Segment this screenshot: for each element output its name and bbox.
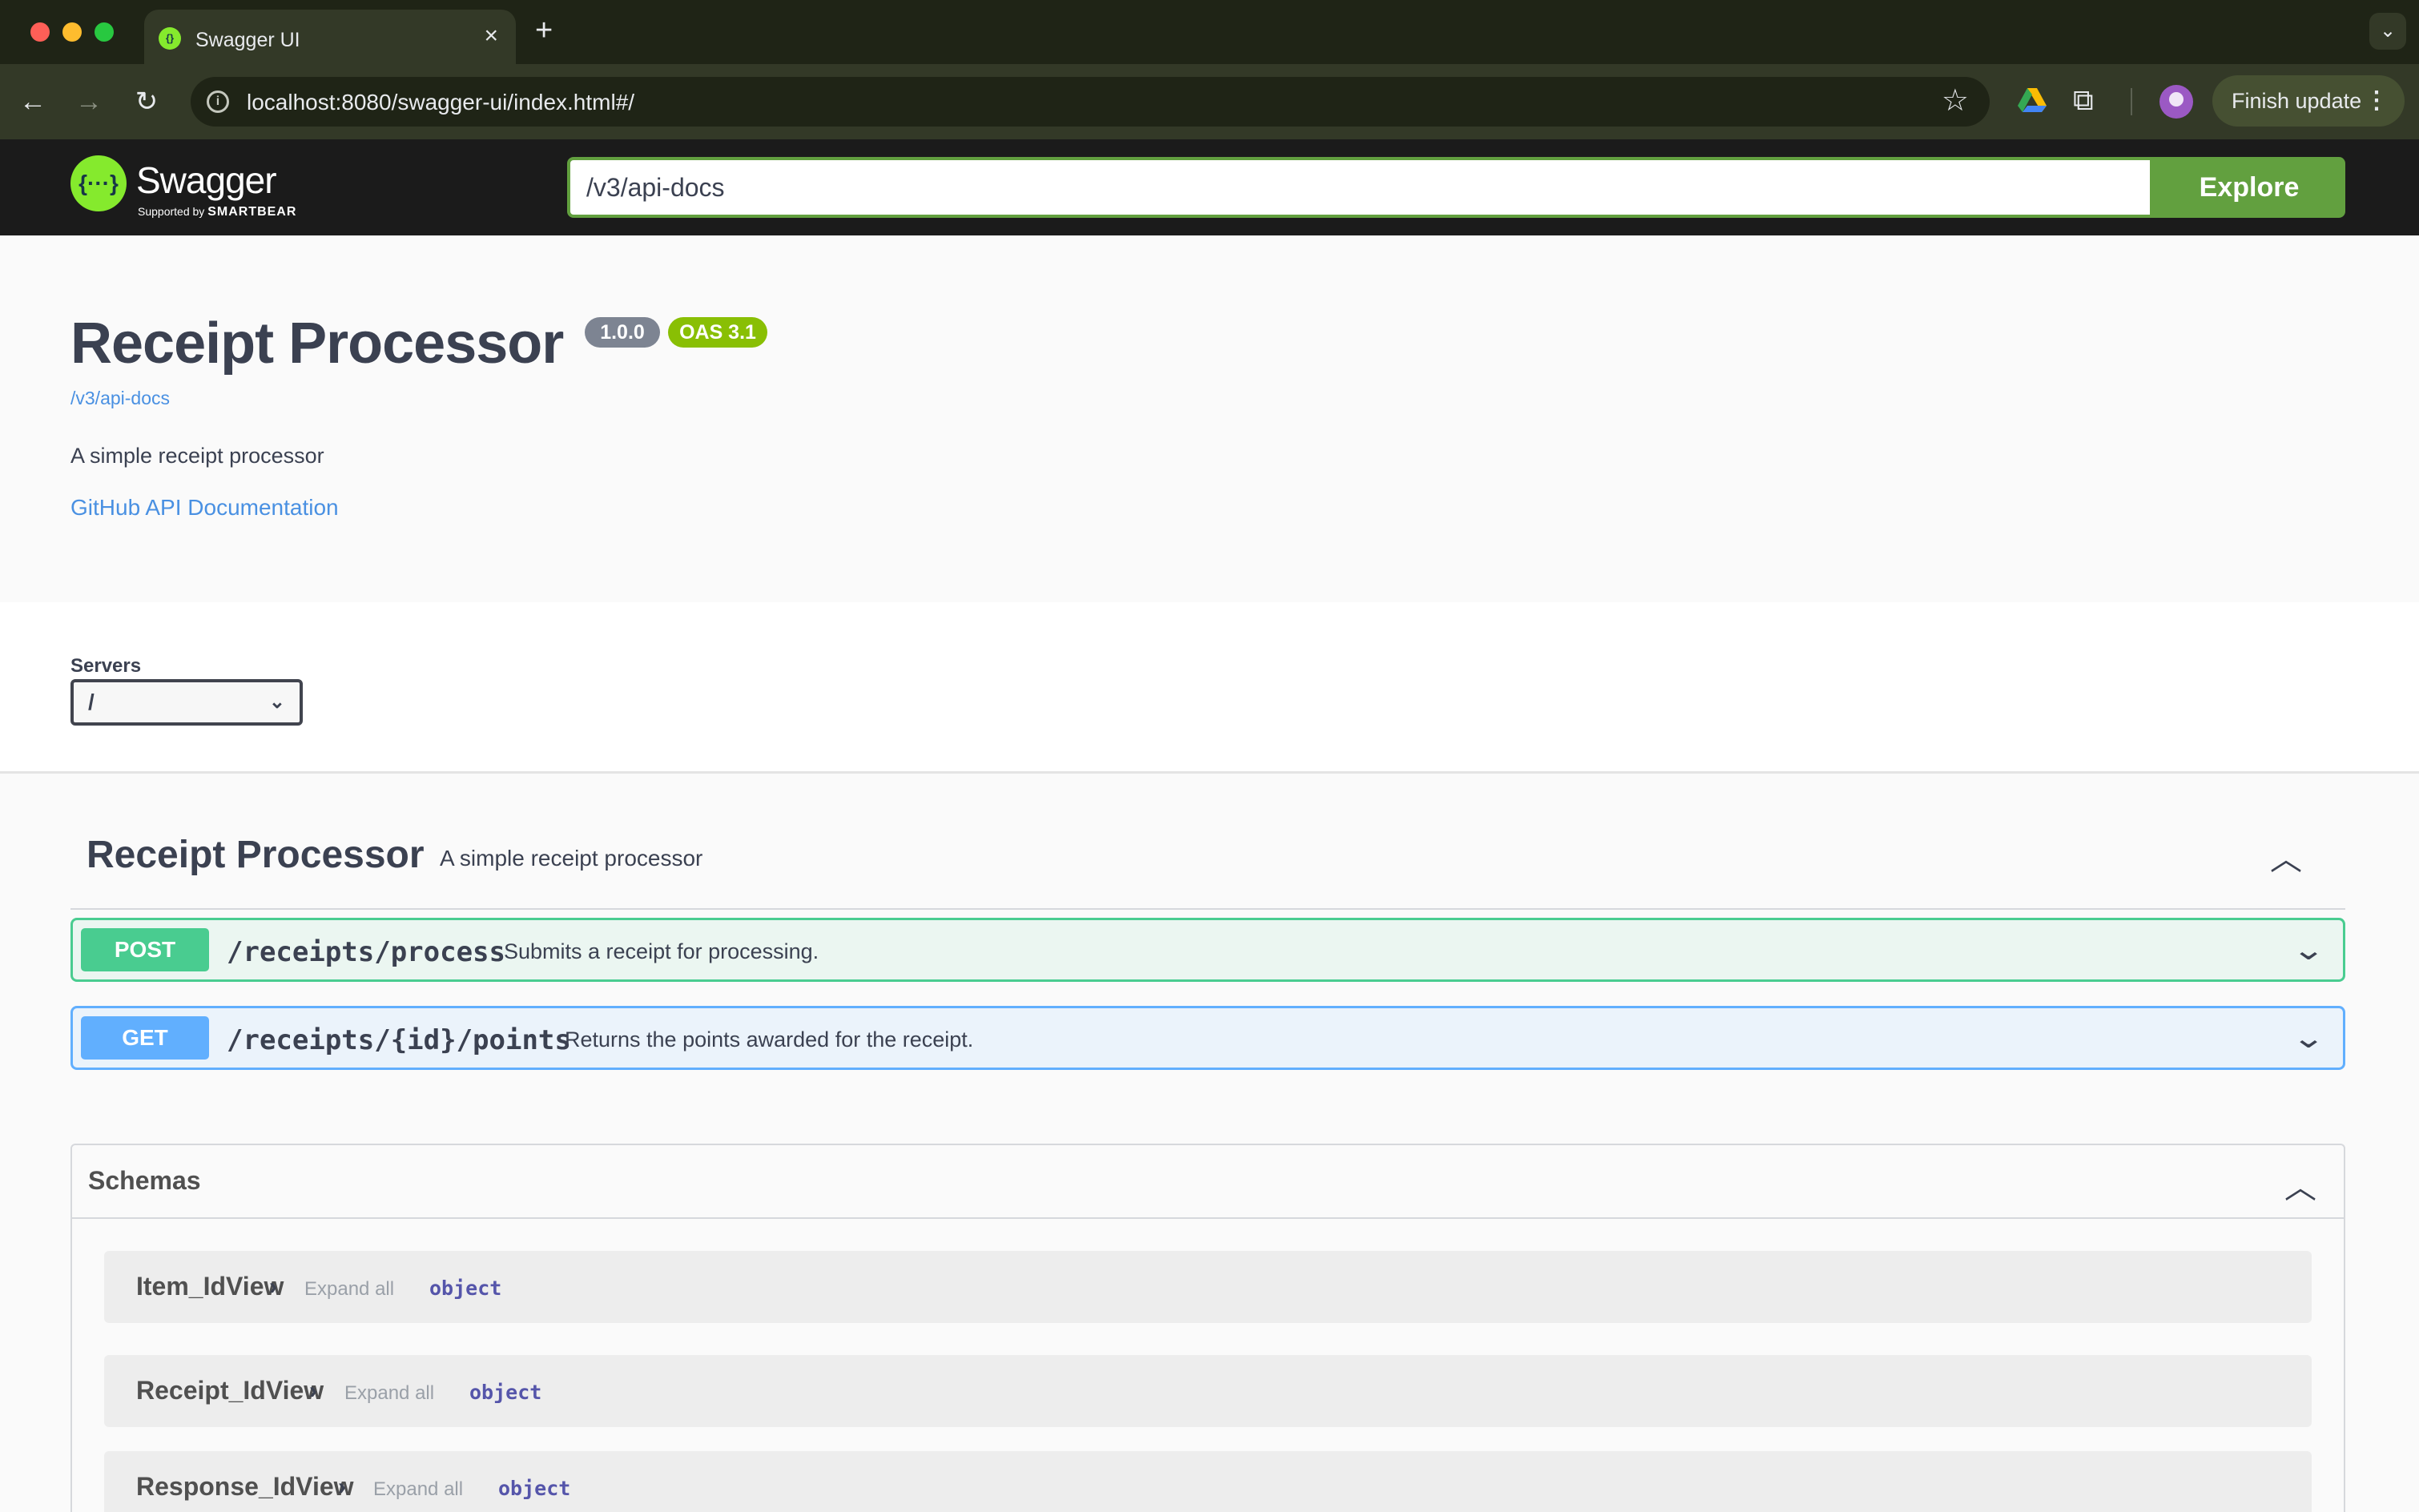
new-tab-button[interactable]: + bbox=[535, 14, 553, 46]
spec-url-link[interactable]: /v3/api-docs bbox=[70, 388, 170, 409]
reload-icon[interactable]: ↻ bbox=[128, 83, 165, 120]
chevron-down-icon: ⌄ bbox=[268, 691, 285, 713]
info-icon[interactable]: i bbox=[207, 90, 229, 113]
browser-tab[interactable]: {} Swagger UI × bbox=[144, 10, 516, 64]
maximize-window-button[interactable] bbox=[95, 22, 114, 42]
api-title: Receipt Processor bbox=[70, 312, 564, 376]
swagger-logo-subtitle: Supported by SMARTBEAR bbox=[138, 205, 297, 219]
chevron-right-icon[interactable]: › bbox=[309, 1377, 317, 1405]
chevron-up-icon[interactable]: ︿ bbox=[2270, 833, 2302, 879]
github-docs-link[interactable]: GitHub API Documentation bbox=[70, 495, 339, 521]
more-vert-icon[interactable]: ⋮ bbox=[2365, 75, 2389, 127]
schemas-section: Schemas ︿ Item_IdView › Expand all objec… bbox=[70, 1144, 2345, 1512]
chevron-down-icon[interactable]: ⌄ bbox=[2292, 933, 2325, 967]
oas-badge: OAS 3.1 bbox=[668, 317, 767, 348]
tag-title[interactable]: Receipt Processor bbox=[87, 833, 425, 877]
schema-type: object bbox=[469, 1381, 542, 1404]
close-window-button[interactable] bbox=[30, 22, 50, 42]
schema-receipt-idview[interactable]: Receipt_IdView › Expand all object bbox=[104, 1355, 2312, 1427]
back-icon[interactable]: ← bbox=[14, 83, 51, 120]
tag-divider bbox=[70, 908, 2345, 910]
operation-summary: Returns the points awarded for the recei… bbox=[565, 1027, 974, 1052]
schemas-header[interactable]: Schemas ︿ bbox=[72, 1145, 2344, 1219]
browser-tab-bar: {} Swagger UI × + ⌄ bbox=[0, 0, 2419, 64]
schema-name[interactable]: Item_IdView bbox=[136, 1272, 284, 1301]
minimize-window-button[interactable] bbox=[62, 22, 82, 42]
expand-all-button[interactable]: Expand all bbox=[373, 1478, 463, 1501]
tab-title: Swagger UI bbox=[195, 29, 300, 51]
servers-selected-value: / bbox=[88, 690, 95, 714]
operation-path: /receipts/{id}/points bbox=[227, 1024, 571, 1056]
toolbar-divider bbox=[2131, 88, 2132, 115]
expand-all-button[interactable]: Expand all bbox=[344, 1382, 434, 1405]
operation-summary: Submits a receipt for processing. bbox=[504, 939, 819, 963]
method-badge: POST bbox=[81, 928, 209, 971]
opblock-get-receipts-id-points[interactable]: GET /receipts/{id}/points Returns the po… bbox=[70, 1006, 2345, 1070]
chevron-right-icon[interactable]: › bbox=[338, 1474, 346, 1501]
address-bar[interactable]: i localhost:8080/swagger-ui/index.html#/… bbox=[191, 77, 1990, 127]
method-badge: GET bbox=[81, 1016, 209, 1060]
expand-all-button[interactable]: Expand all bbox=[304, 1278, 394, 1301]
finish-update-button[interactable]: Finish update ⋮ bbox=[2212, 75, 2405, 127]
swagger-logo-text: Swagger bbox=[136, 159, 277, 201]
servers-label: Servers bbox=[70, 655, 142, 677]
star-icon[interactable]: ☆ bbox=[1942, 85, 1969, 117]
api-description: A simple receipt processor bbox=[70, 444, 324, 468]
schema-name[interactable]: Response_IdView bbox=[136, 1472, 354, 1502]
schema-type: object bbox=[429, 1277, 502, 1300]
url-text[interactable]: localhost:8080/swagger-ui/index.html#/ bbox=[247, 90, 634, 115]
tab-search-icon[interactable]: ⌄ bbox=[2369, 13, 2406, 50]
finish-update-label: Finish update bbox=[2232, 89, 2362, 113]
explore-button[interactable]: Explore bbox=[2153, 157, 2345, 218]
forward-icon[interactable]: → bbox=[70, 83, 107, 120]
swagger-favicon-icon: {} bbox=[159, 27, 181, 50]
extensions-icon[interactable]: ⧉ bbox=[2073, 80, 2094, 120]
operation-path: /receipts/process bbox=[227, 936, 505, 968]
servers-section: Servers / ⌄ bbox=[0, 602, 2419, 774]
tag-description: A simple receipt processor bbox=[440, 846, 703, 871]
schema-name[interactable]: Receipt_IdView bbox=[136, 1376, 324, 1405]
schema-type: object bbox=[498, 1477, 571, 1500]
tab-close-icon[interactable]: × bbox=[484, 24, 498, 48]
servers-select[interactable]: / ⌄ bbox=[70, 679, 303, 726]
swagger-logo-icon[interactable]: {···} bbox=[70, 155, 127, 211]
google-drive-icon[interactable] bbox=[2017, 85, 2047, 115]
chevron-right-icon[interactable]: › bbox=[269, 1273, 277, 1301]
schemas-title: Schemas bbox=[88, 1166, 201, 1195]
schema-item-idview[interactable]: Item_IdView › Expand all object bbox=[104, 1251, 2312, 1323]
chevron-up-icon[interactable]: ︿ bbox=[2284, 1161, 2316, 1208]
swagger-topbar: {···} Swagger Supported by SMARTBEAR Exp… bbox=[0, 139, 2419, 235]
browser-toolbar: ← → ↻ i localhost:8080/swagger-ui/index.… bbox=[0, 64, 2419, 139]
spec-url-input[interactable] bbox=[567, 157, 2153, 218]
schema-response-idview[interactable]: Response_IdView › Expand all object bbox=[104, 1451, 2312, 1512]
version-badge: 1.0.0 bbox=[585, 317, 660, 348]
profile-avatar[interactable] bbox=[2159, 85, 2193, 119]
opblock-post-receipts-process[interactable]: POST /receipts/process Submits a receipt… bbox=[70, 918, 2345, 982]
chevron-down-icon[interactable]: ⌄ bbox=[2292, 1021, 2325, 1055]
